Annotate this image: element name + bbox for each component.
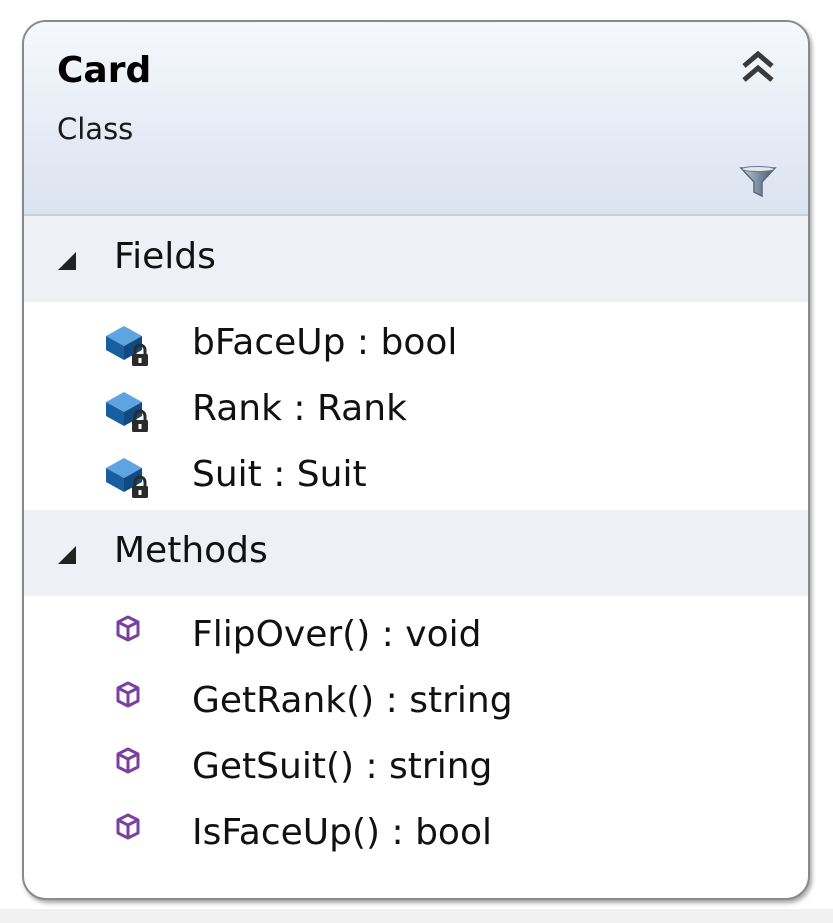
method-item[interactable]: FlipOver() : void <box>24 604 808 670</box>
method-cube-icon <box>116 681 140 708</box>
expanded-triangle-icon[interactable] <box>58 546 76 564</box>
field-label: bFaceUp : bool <box>192 322 458 363</box>
class-kind: Class <box>57 112 134 146</box>
private-field-icon <box>106 458 148 498</box>
method-label: GetRank() : string <box>192 680 513 721</box>
double-chevron-up-icon <box>742 50 774 82</box>
private-field-icon <box>106 392 148 432</box>
collapse-button[interactable] <box>738 46 778 86</box>
expanded-triangle-icon[interactable] <box>58 252 76 270</box>
method-label: FlipOver() : void <box>192 614 482 655</box>
method-cube-icon <box>116 615 140 642</box>
methods-section-title: Methods <box>114 530 268 571</box>
method-item[interactable]: IsFaceUp() : bool <box>24 802 808 868</box>
page-background-strip <box>0 909 833 923</box>
field-item[interactable]: bFaceUp : bool <box>24 312 808 378</box>
method-item[interactable]: GetSuit() : string <box>24 736 808 802</box>
private-field-icon <box>106 326 148 366</box>
method-cube-icon <box>116 813 140 840</box>
class-header: Card Class <box>24 22 808 216</box>
class-name: Card <box>57 50 152 91</box>
class-shape[interactable]: Card Class Fields bFaceUp: bool Rank: … <box>22 20 810 900</box>
fields-section-header[interactable]: Fields <box>24 216 808 302</box>
method-item[interactable]: GetRank() : string <box>24 670 808 736</box>
field-item[interactable]: Suit : Suit <box>24 444 808 510</box>
methods-section-header[interactable]: Methods <box>24 510 808 596</box>
fields-section-title: Fields <box>114 236 216 277</box>
method-label: GetSuit() : string <box>192 746 493 787</box>
method-label: IsFaceUp() : bool <box>192 812 492 853</box>
field-label: Rank : Rank <box>192 388 407 429</box>
field-item[interactable]: Rank : Rank <box>24 378 808 444</box>
method-cube-icon <box>116 747 140 774</box>
filter-button[interactable] <box>738 162 778 202</box>
funnel-filter-icon <box>739 166 777 198</box>
field-label: Suit : Suit <box>192 454 367 495</box>
